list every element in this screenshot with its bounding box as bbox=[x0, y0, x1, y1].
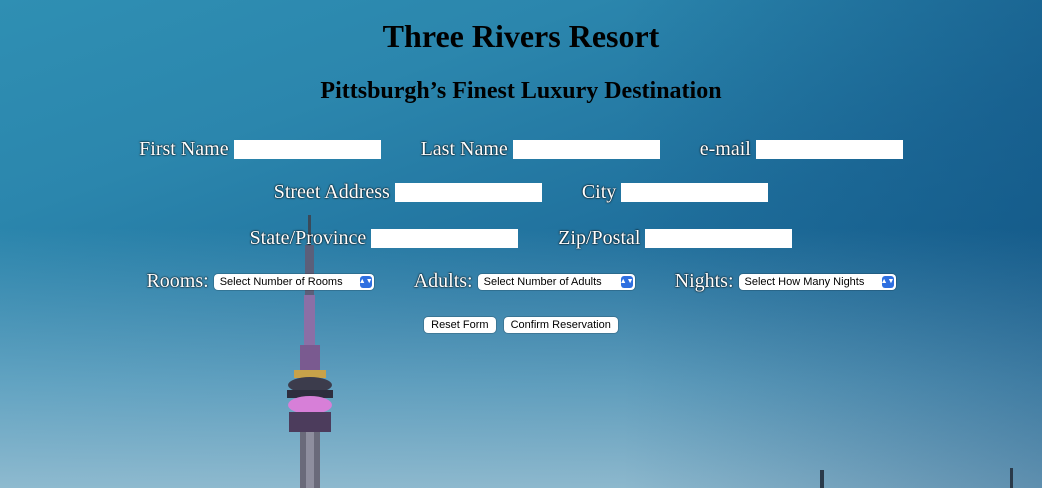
confirm-reservation-button[interactable]: Confirm Reservation bbox=[503, 317, 618, 333]
background-haze bbox=[0, 228, 1042, 488]
region-row: State/Province Zip/Postal bbox=[0, 227, 1042, 250]
page-subtitle: Pittsburgh’s Finest Luxury Destination bbox=[320, 78, 722, 104]
actions-row: Reset Form Confirm Reservation bbox=[0, 317, 1042, 333]
zip-label: Zip/Postal bbox=[558, 227, 641, 249]
rooms-select-value: Select Number of Rooms bbox=[219, 275, 343, 288]
email-input[interactable] bbox=[755, 140, 903, 159]
last-name-field: Last Name bbox=[421, 138, 660, 161]
street-address-field: Street Address bbox=[274, 181, 542, 204]
booking-row: Rooms: Select Number of Rooms ▲▼ Adults:… bbox=[0, 270, 1042, 293]
rooms-label: Rooms: bbox=[146, 270, 209, 292]
adults-select-value: Select Number of Adults bbox=[483, 275, 602, 288]
nights-label: Nights: bbox=[674, 270, 734, 292]
rooms-field: Rooms: Select Number of Rooms ▲▼ bbox=[146, 270, 374, 293]
chevron-up-down-icon: ▲▼ bbox=[359, 275, 373, 288]
chevron-up-down-icon: ▲▼ bbox=[620, 275, 634, 288]
reset-form-button[interactable]: Reset Form bbox=[424, 317, 496, 333]
adults-field: Adults: Select Number of Adults ▲▼ bbox=[414, 270, 635, 293]
first-name-input[interactable] bbox=[233, 140, 381, 159]
zip-input[interactable] bbox=[645, 229, 793, 248]
last-name-label: Last Name bbox=[420, 138, 508, 160]
distant-mast bbox=[820, 470, 824, 488]
name-row: First Name Last Name e-mail bbox=[0, 138, 1042, 161]
first-name-label: First Name bbox=[139, 138, 229, 160]
rooms-select[interactable]: Select Number of Rooms ▲▼ bbox=[213, 273, 374, 290]
cn-tower-image bbox=[287, 215, 333, 488]
first-name-field: First Name bbox=[139, 138, 381, 161]
nights-select-value: Select How Many Nights bbox=[744, 275, 865, 288]
city-label: City bbox=[581, 181, 617, 203]
city-field: City bbox=[581, 181, 769, 204]
chevron-up-down-icon: ▲▼ bbox=[881, 275, 894, 288]
city-input[interactable] bbox=[621, 183, 769, 202]
address-row: Street Address City bbox=[0, 181, 1042, 204]
distant-mast bbox=[1010, 468, 1013, 488]
state-field: State/Province bbox=[250, 227, 519, 250]
state-label: State/Province bbox=[249, 227, 367, 249]
nights-select[interactable]: Select How Many Nights ▲▼ bbox=[738, 273, 896, 290]
street-address-input[interactable] bbox=[394, 183, 542, 202]
adults-select[interactable]: Select Number of Adults ▲▼ bbox=[477, 273, 635, 290]
street-address-label: Street Address bbox=[273, 181, 390, 203]
email-field: e-mail bbox=[700, 138, 903, 161]
email-label: e-mail bbox=[699, 138, 751, 160]
page-title: Three Rivers Resort bbox=[382, 18, 660, 54]
adults-label: Adults: bbox=[413, 270, 473, 292]
nights-field: Nights: Select How Many Nights ▲▼ bbox=[675, 270, 896, 293]
zip-field: Zip/Postal bbox=[558, 227, 793, 250]
state-input[interactable] bbox=[371, 229, 519, 248]
last-name-input[interactable] bbox=[512, 140, 660, 159]
